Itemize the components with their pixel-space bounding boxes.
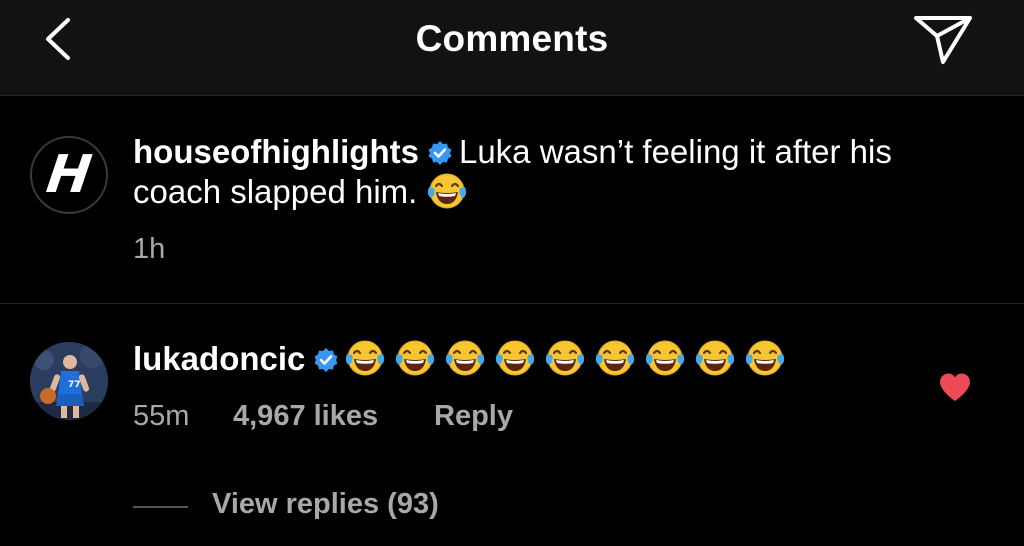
caption-username[interactable]: houseofhighlights — [133, 133, 419, 170]
tears-of-joy-emoji-icon — [345, 338, 385, 378]
header-bar: Comments — [0, 0, 1024, 96]
paper-plane-icon[interactable] — [912, 12, 974, 68]
reply-button[interactable]: Reply — [434, 400, 513, 433]
page-title: Comments — [415, 18, 609, 59]
caption-line-1: Luka wasn’t feeling it after his — [458, 133, 892, 170]
tears-of-joy-emoji-icon — [645, 338, 685, 378]
tears-of-joy-emoji-icon — [445, 338, 485, 378]
view-replies-button[interactable]: View replies (93) — [212, 488, 439, 521]
tears-of-joy-emoji-icon — [595, 338, 635, 378]
avatar-logo-letter: H — [43, 145, 95, 205]
tears-of-joy-emoji-icon — [495, 338, 535, 378]
replies-divider — [133, 506, 188, 508]
tears-of-joy-emoji-icon — [427, 171, 467, 211]
verified-badge-icon — [428, 141, 452, 165]
comment-username[interactable]: lukadoncic — [133, 340, 305, 377]
tears-of-joy-emoji-icon — [545, 338, 585, 378]
comment-timestamp: 55m — [133, 400, 190, 432]
player-photo: 77 — [30, 342, 108, 420]
caption-timestamp: 1h — [133, 233, 166, 265]
avatar[interactable]: 77 — [30, 342, 108, 420]
comment-emoji-row — [345, 340, 795, 377]
avatar[interactable]: H — [30, 136, 108, 214]
comment-text: lukadoncic — [133, 338, 983, 378]
likes-count[interactable]: 4,967 likes — [233, 400, 378, 433]
verified-badge-icon — [314, 348, 338, 372]
tears-of-joy-emoji-icon — [745, 338, 785, 378]
caption-text: houseofhighlights Luka wasn’t feeling it … — [133, 133, 983, 211]
tears-of-joy-emoji-icon — [395, 338, 435, 378]
tears-of-joy-emoji-icon — [695, 338, 735, 378]
caption-line-2: coach slapped him. — [133, 173, 418, 210]
svg-text:77: 77 — [68, 380, 81, 390]
heart-icon[interactable] — [938, 372, 972, 402]
